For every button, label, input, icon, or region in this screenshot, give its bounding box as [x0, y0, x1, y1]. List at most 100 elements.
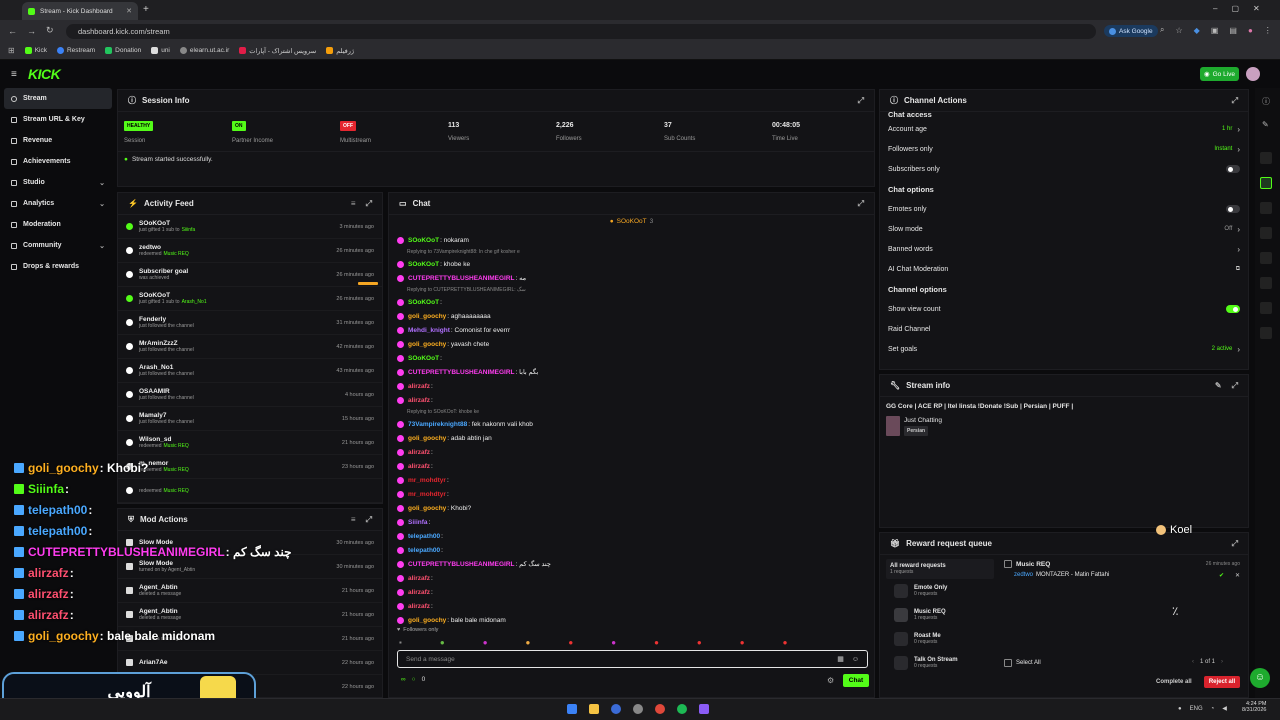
vs-icon[interactable]	[699, 704, 709, 714]
apps-icon[interactable]: ⊞	[8, 46, 15, 55]
select-all-checkbox[interactable]	[1004, 659, 1012, 667]
sidebar-item-revenue[interactable]: Revenue	[0, 130, 116, 151]
sidebar-item-achievements[interactable]: Achievements	[0, 151, 116, 172]
chat-input[interactable]: Send a message ▦ ☺	[397, 650, 868, 668]
chat-message[interactable]: telepath00:	[389, 529, 874, 543]
reward-item[interactable]: Emote Only 0 requests	[886, 579, 994, 603]
sidebar-item-community[interactable]: Community ⌄	[0, 235, 116, 256]
complete-all-button[interactable]: Complete all	[1156, 676, 1192, 688]
forward-icon[interactable]: →	[27, 26, 36, 36]
chat-message[interactable]: SOoKOoT:	[389, 351, 874, 365]
chat-username[interactable]: mr_mohdtyr	[408, 477, 446, 484]
app-icon[interactable]	[633, 704, 643, 714]
chevron-down-icon[interactable]: ⌄	[99, 200, 105, 208]
settings-icon[interactable]	[1260, 327, 1272, 339]
list-item[interactable]: MrAminZzzZ just followed the channel 42 mi…	[118, 335, 382, 359]
category-name[interactable]: Just Chatting	[904, 417, 942, 424]
toggle-switch[interactable]	[1226, 205, 1240, 213]
new-tab-icon[interactable]: +	[143, 4, 149, 15]
close-tab-icon[interactable]: ✕	[126, 7, 132, 15]
chat-username[interactable]: alirzafz	[408, 463, 430, 470]
chat-username[interactable]: goli_goochy	[408, 435, 446, 442]
expand-icon[interactable]: ⤢	[1232, 381, 1238, 391]
option-banned-words[interactable]: Banned words ›	[880, 239, 1248, 259]
chat-message[interactable]: SOoKOoT:	[389, 295, 874, 309]
maximize-icon[interactable]: ▢	[1231, 4, 1239, 13]
chevron-down-icon[interactable]: ⌄	[99, 242, 105, 250]
chat-username[interactable]: alirzafz	[408, 603, 430, 610]
chat-username[interactable]: Siiinfa	[408, 519, 428, 526]
sidebar-item-studio[interactable]: Studio ⌄	[0, 172, 116, 193]
chat-username[interactable]: 73Vampireknight88	[408, 421, 467, 428]
spotify-icon[interactable]	[677, 704, 687, 714]
toggle-switch[interactable]	[1226, 165, 1240, 173]
bookmark-zarfilm[interactable]: ژرفیلم	[326, 47, 354, 55]
chat-message[interactable]: goli_goochy: bale bale midonam	[389, 613, 874, 625]
chat-username[interactable]: alirzafz	[408, 575, 430, 582]
avatar[interactable]	[1246, 67, 1260, 81]
toggle-switch[interactable]	[1226, 305, 1240, 313]
expand-icon[interactable]: ⤢	[366, 515, 372, 525]
bookmark-uni[interactable]: uni	[151, 47, 170, 54]
chat-message[interactable]: goli_goochy: Khobi?	[389, 501, 874, 515]
list-item[interactable]: Fenderly just followed the channel 31 minu…	[118, 311, 382, 335]
option-followers-only[interactable]: Followers only Instant ›	[880, 139, 1248, 159]
chat-message[interactable]: Mehdi_knight: Comonist for everrr	[389, 323, 874, 337]
chat-username[interactable]: SOoKOoT	[408, 261, 439, 268]
chat-username[interactable]: telepath00	[408, 533, 440, 540]
chat-message[interactable]: CUTEPRETTYBLUSHEANIMEGIRL: چند سگ کم	[389, 557, 874, 571]
next-page-icon[interactable]: ›	[1221, 659, 1223, 665]
sidebar-item-stream[interactable]: Stream	[4, 88, 112, 109]
list-item[interactable]: Wilson_sd redeemed Music REQ 21 hours ago	[118, 431, 382, 455]
queue-icon[interactable]	[1260, 202, 1272, 214]
select-all[interactable]: Select All	[1004, 659, 1041, 667]
bookmark-aparat[interactable]: سرویس اشتراک - آپارات	[239, 47, 316, 55]
chat-username[interactable]: alirzafz	[408, 397, 430, 404]
expand-icon[interactable]: ⤢	[1232, 96, 1238, 106]
list-item[interactable]: Subscriber goal was achieved 26 minutes ag…	[118, 263, 382, 287]
chat-username[interactable]: SOoKOoT	[408, 237, 439, 244]
chat-username[interactable]: CUTEPRETTYBLUSHEANIMEGIRL	[408, 561, 515, 568]
chat-username[interactable]: Mehdi_knight	[408, 327, 450, 334]
chat-message[interactable]: mr_mohdtyr:	[389, 473, 874, 487]
chat-message[interactable]: alirzafz:	[389, 585, 874, 599]
puzzle-icon[interactable]: ▣	[1211, 26, 1219, 35]
chat-message[interactable]: alirzafz:	[389, 393, 874, 407]
chat-message[interactable]: CUTEPRETTYBLUSHEANIMEGIRL: بگم بابا	[389, 365, 874, 379]
layout-icon[interactable]	[1260, 152, 1272, 164]
request-checkbox[interactable]	[1004, 560, 1012, 568]
chat-message[interactable]: alirzafz:	[389, 459, 874, 473]
chat-username[interactable]: CUTEPRETTYBLUSHEANIMEGIRL	[408, 369, 515, 376]
chat-message[interactable]: goli_goochy: adab abtin jan	[389, 431, 874, 445]
list-item[interactable]: SOoKOoT just gifted 1 sub to Arash_No1 26 m…	[118, 287, 382, 311]
infinity-icon[interactable]: ∞	[401, 676, 406, 683]
go-live-button[interactable]: ◉ Go Live	[1200, 67, 1239, 81]
edit-icon[interactable]: ✎	[1215, 381, 1222, 390]
edit-icon[interactable]: ✎	[1262, 120, 1269, 129]
bolt-icon[interactable]	[1260, 177, 1272, 189]
list-item[interactable]: SOoKOoT just gifted 1 sub to Siiinfa 3 minu…	[118, 215, 382, 239]
wifi-icon[interactable]: ◔	[1211, 706, 1215, 712]
send-chat-button[interactable]: Chat	[843, 674, 869, 687]
chat-message[interactable]: alirzafz:	[389, 379, 874, 393]
reward-item[interactable]: Talk On Stream 0 requests	[886, 651, 994, 675]
gif-icon[interactable]: ▦	[837, 655, 844, 663]
app-icon[interactable]	[611, 704, 621, 714]
expand-icon[interactable]: ⤢	[858, 96, 864, 106]
file-explorer-icon[interactable]	[589, 704, 599, 714]
hamburger-menu-icon[interactable]: ≡	[11, 69, 17, 80]
option-slow-mode[interactable]: Slow mode Off ›	[880, 219, 1248, 239]
chat-message[interactable]: SOoKOoT: khobe ke	[389, 257, 874, 271]
chat-icon[interactable]	[1260, 227, 1272, 239]
menu-icon[interactable]: ⋮	[1264, 26, 1272, 35]
volume-icon[interactable]: ◀	[1222, 705, 1227, 712]
sidebar-item-moderation[interactable]: Moderation	[0, 214, 116, 235]
option-emotes-only[interactable]: Emotes only	[880, 199, 1248, 219]
close-window-icon[interactable]: ✕	[1253, 4, 1260, 13]
bookmark-restream[interactable]: Restream	[56, 47, 95, 54]
list-item[interactable]: zedtwo redeemed Music REQ 26 minutes ago	[118, 239, 382, 263]
chat-message[interactable]: alirzafz:	[389, 599, 874, 613]
ask-google-button[interactable]: Ask Google	[1104, 25, 1158, 37]
chat-username[interactable]: alirzafz	[408, 383, 430, 390]
minimize-icon[interactable]: –	[1213, 4, 1217, 13]
